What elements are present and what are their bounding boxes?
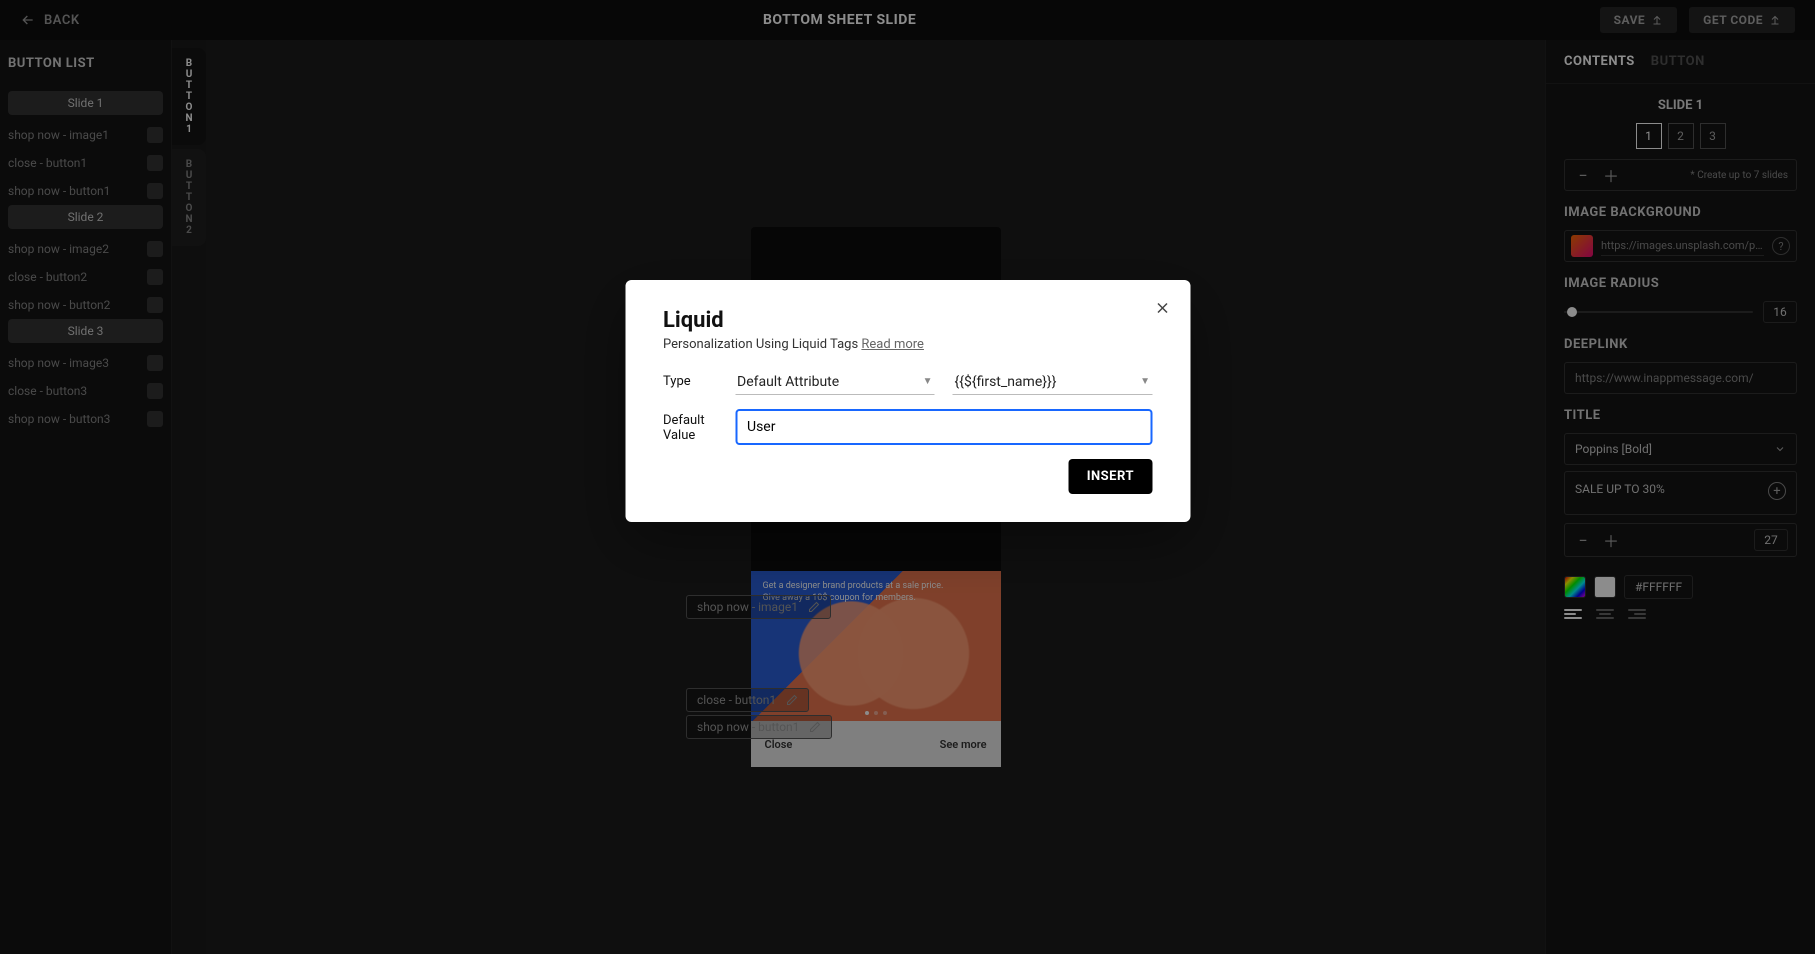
default-value-input[interactable]	[735, 409, 1152, 445]
caret-down-icon: ▼	[923, 376, 933, 387]
modal-title: Liquid	[663, 308, 1152, 333]
type-dropdown[interactable]: Default Attribute ▼	[735, 370, 935, 395]
type-row: Type Default Attribute ▼ {{${first_name}…	[663, 370, 1152, 395]
default-value-row: Default Value	[663, 409, 1152, 445]
close-icon	[1153, 299, 1171, 317]
modal-subtitle-text: Personalization Using Liquid Tags	[663, 337, 858, 352]
read-more-link[interactable]: Read more	[861, 337, 924, 352]
insert-button[interactable]: INSERT	[1069, 459, 1152, 494]
default-label: Default Value	[663, 409, 715, 443]
type-value: Default Attribute	[737, 374, 839, 390]
default-value-text[interactable]	[747, 419, 1140, 435]
attribute-dropdown[interactable]: {{${first_name}}} ▼	[953, 370, 1153, 395]
liquid-modal: Liquid Personalization Using Liquid Tags…	[625, 280, 1190, 522]
modal-subtitle: Personalization Using Liquid Tags Read m…	[663, 337, 1152, 352]
modal-close-button[interactable]	[1152, 298, 1172, 318]
type-label: Type	[663, 370, 715, 389]
caret-down-icon: ▼	[1140, 376, 1150, 387]
attribute-value: {{${first_name}}}	[955, 374, 1057, 390]
